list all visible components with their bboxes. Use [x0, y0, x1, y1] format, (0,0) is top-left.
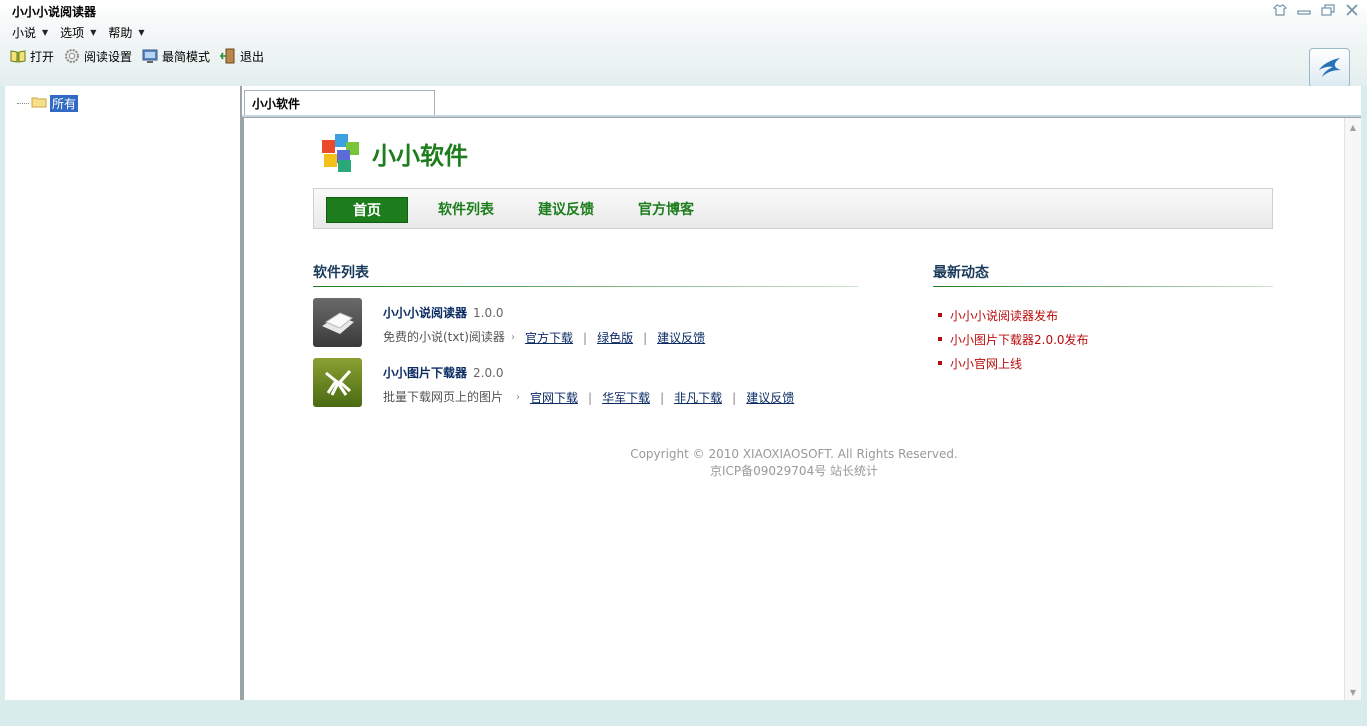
- link-official-download[interactable]: 官网下载: [530, 389, 578, 406]
- app-logo-icon: [1309, 48, 1350, 88]
- nav-software-list[interactable]: 软件列表: [426, 197, 506, 223]
- skin-icon[interactable]: [1271, 2, 1289, 18]
- image-downloader-icon: [313, 358, 362, 407]
- product-name: 小小小说阅读器 1.0.0: [383, 304, 504, 321]
- tab-xiaoxiao-software[interactable]: 小小软件: [244, 90, 435, 116]
- scroll-down-icon[interactable]: ▼: [1347, 686, 1359, 698]
- bullet: [938, 361, 942, 365]
- dropdown-arrow-icon: ▼: [138, 28, 145, 37]
- status-bar: [0, 700, 1367, 726]
- tab-strip: 小小软件: [242, 86, 1361, 117]
- site-header: 小小软件: [318, 130, 468, 177]
- open-label: 打开: [30, 49, 55, 64]
- news-item[interactable]: 小小图片下载器2.0.0发布: [934, 327, 1089, 351]
- site-nav: 首页 软件列表 建议反馈 官方博客: [313, 188, 1273, 229]
- cubes-logo-icon: [318, 130, 362, 177]
- product-version: 2.0.0: [473, 366, 504, 380]
- open-button[interactable]: 打开: [10, 47, 54, 65]
- product-desc: 免费的小说(txt)阅读器: [383, 330, 505, 344]
- news-item-text: 小小官网上线: [950, 356, 1023, 371]
- product-links: › 官网下载 | 华军下载 | 非凡下载 | 建议反馈: [516, 389, 794, 406]
- exit-label: 退出: [240, 49, 265, 64]
- exit-door-icon: [220, 48, 236, 64]
- link-separator: |: [732, 390, 737, 405]
- simple-mode-label: 最简模式: [162, 49, 211, 64]
- product-name-text: 小小小说阅读器: [383, 306, 468, 320]
- menu-options[interactable]: 选项 ▼: [60, 24, 96, 41]
- monitor-icon: [142, 48, 158, 64]
- novel-reader-icon: [313, 298, 362, 347]
- link-feedback[interactable]: 建议反馈: [746, 389, 794, 406]
- icp-text: 京ICP备09029704号 站长统计: [709, 464, 879, 478]
- category-tree: 所有: [5, 86, 242, 700]
- reading-settings-label: 阅读设置: [84, 49, 133, 64]
- software-list-heading: 软件列表: [313, 265, 369, 281]
- bullet: [938, 337, 942, 341]
- window-titlebar: 小小小说阅读器 小说 ▼ 选项 ▼ 帮助 ▼ 打开 阅读设置 最简模式 退出: [0, 0, 1367, 88]
- minimize-icon[interactable]: [1295, 2, 1313, 18]
- product-version: 1.0.0: [473, 306, 504, 320]
- nav-feedback[interactable]: 建议反馈: [526, 197, 606, 223]
- menu-novel-label: 小说: [12, 26, 37, 40]
- chevron-right-icon: ›: [511, 332, 515, 343]
- exit-button[interactable]: 退出: [220, 47, 264, 65]
- window-title: 小小小说阅读器: [12, 5, 97, 19]
- bullet: [938, 313, 942, 317]
- gear-icon: [64, 48, 80, 64]
- link-feifan-download[interactable]: 非凡下载: [674, 389, 722, 406]
- link-huajun-download[interactable]: 华军下载: [602, 389, 650, 406]
- product-desc: 批量下载网页上的图片: [383, 390, 504, 404]
- link-separator: |: [643, 330, 648, 345]
- menubar: 小说 ▼ 选项 ▼ 帮助 ▼: [12, 24, 145, 41]
- restore-icon[interactable]: [1319, 2, 1337, 18]
- product-name: 小小图片下载器 2.0.0: [383, 364, 504, 381]
- news-item[interactable]: 小小官网上线: [934, 351, 1089, 375]
- nav-home[interactable]: 首页: [326, 197, 408, 223]
- simple-mode-button[interactable]: 最简模式: [142, 47, 210, 65]
- menu-novel[interactable]: 小说 ▼: [12, 24, 48, 41]
- tree-node-label: 所有: [50, 95, 79, 112]
- link-separator: |: [583, 330, 588, 345]
- tree-node-all[interactable]: 所有: [17, 95, 79, 112]
- link-feedback[interactable]: 建议反馈: [657, 329, 705, 346]
- book-icon: [10, 48, 26, 64]
- folder-icon: [31, 96, 47, 111]
- news-item-text: 小小图片下载器2.0.0发布: [950, 332, 1089, 347]
- nav-blog[interactable]: 官方博客: [626, 197, 706, 223]
- menu-help[interactable]: 帮助 ▼: [108, 24, 144, 41]
- copyright-text: Copyright © 2010 XIAOXIAOSOFT. All Right…: [630, 447, 958, 461]
- news-rule: [933, 286, 1273, 287]
- toolbar: 打开 阅读设置 最简模式 退出: [10, 47, 264, 65]
- scroll-up-icon[interactable]: ▲: [1347, 121, 1359, 133]
- link-separator: |: [588, 390, 593, 405]
- reading-settings-button[interactable]: 阅读设置: [64, 47, 132, 65]
- link-official-download[interactable]: 官方下载: [525, 329, 573, 346]
- window-controls: [1271, 2, 1361, 18]
- link-portable[interactable]: 绿色版: [597, 329, 633, 346]
- menu-help-label: 帮助: [108, 26, 133, 40]
- chevron-right-icon: ›: [516, 392, 520, 403]
- site-footer: Copyright © 2010 XIAOXIAOSOFT. All Right…: [574, 446, 1014, 480]
- software-list-rule: [313, 286, 858, 287]
- close-icon[interactable]: [1343, 2, 1361, 18]
- product-name-text: 小小图片下载器: [383, 366, 468, 380]
- news-list: 小小小说阅读器发布 小小图片下载器2.0.0发布 小小官网上线: [934, 303, 1089, 375]
- dropdown-arrow-icon: ▼: [90, 28, 97, 37]
- news-heading: 最新动态: [933, 265, 989, 281]
- menu-options-label: 选项: [60, 26, 85, 40]
- news-item-text: 小小小说阅读器发布: [950, 308, 1059, 323]
- dropdown-arrow-icon: ▼: [42, 28, 49, 37]
- link-separator: |: [660, 390, 665, 405]
- vertical-scrollbar[interactable]: ▲ ▼: [1344, 118, 1361, 701]
- site-name: 小小软件: [372, 142, 468, 170]
- news-item[interactable]: 小小小说阅读器发布: [934, 303, 1089, 327]
- web-content: 小小软件 首页 软件列表 建议反馈 官方博客 软件列表 最新动态 小小小说阅读器…: [242, 117, 1361, 701]
- product-links: › 官方下载 | 绿色版 | 建议反馈: [511, 329, 705, 346]
- tree-connector: [17, 103, 29, 104]
